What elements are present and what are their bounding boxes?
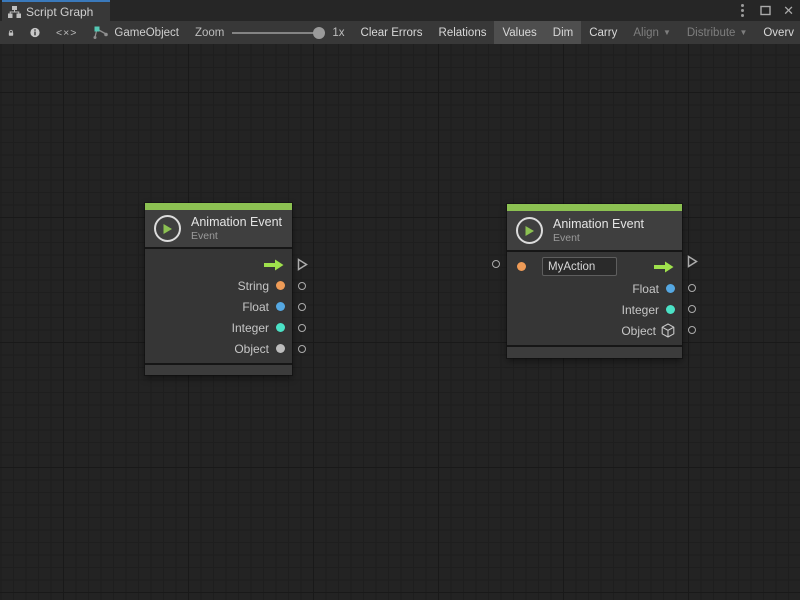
play-icon [516,217,543,244]
carry-button[interactable]: Carry [581,21,625,44]
kebab-menu-icon[interactable] [737,2,748,19]
chevron-down-icon: ▼ [739,28,747,37]
trigger-row [507,255,682,278]
zoom-value: 1x [332,27,344,39]
float-port-dot[interactable] [666,284,675,293]
port-row-string: String [145,275,292,296]
distribute-button[interactable]: Distribute ▼ [679,21,756,44]
port-row-integer: Integer [507,299,682,320]
node-subtitle: Event [553,232,644,245]
node-footer [145,365,292,375]
zoom-control: Zoom 1x [187,21,353,44]
node-title: Animation Event [553,217,644,232]
node-accent-bar [145,203,292,210]
port-label: String [238,279,269,293]
values-button[interactable]: Values [494,21,544,44]
close-icon[interactable]: ✕ [783,0,794,21]
object-output-port[interactable] [298,345,306,353]
port-label: Integer [232,321,269,335]
port-label: Object [621,324,656,338]
string-port-dot[interactable] [276,281,285,290]
node-header[interactable]: Animation Event Event [507,211,682,250]
object-port-dot[interactable] [276,344,285,353]
node-accent-bar [507,204,682,211]
node-footer [507,347,682,358]
flow-arrow-icon [264,259,284,271]
integer-port-dot[interactable] [276,323,285,332]
info-icon [30,26,40,39]
tab-script-graph[interactable]: Script Graph [2,0,110,21]
port-row-integer: Integer [145,317,292,338]
sitemap-icon [8,6,21,18]
window-controls: ✕ [737,0,794,21]
graph-target[interactable]: GameObject [85,21,187,44]
port-label: Float [242,300,269,314]
tab-label: Script Graph [26,5,93,19]
port-row-float: Float [507,278,682,299]
port-label: Float [632,282,659,296]
trigger-input-port[interactable] [492,260,500,268]
integer-port-dot[interactable] [666,305,675,314]
node-animation-event-1[interactable]: Animation Event Event String Float [145,203,292,375]
script-graph-window: Script Graph ✕ <×> [0,0,800,600]
graph-icon [93,26,108,39]
node-animation-event-2[interactable]: Animation Event Event Float [507,204,682,358]
code-icon: <×> [56,27,77,39]
node-body: String Float Integer Object [145,249,292,363]
titlebar: Script Graph ✕ [0,0,800,21]
event-name-input[interactable] [542,257,617,276]
port-row-object: Object [507,320,682,341]
trigger-port-dot[interactable] [517,262,526,271]
flow-out-row [145,254,292,275]
node-title: Animation Event [191,215,282,230]
flow-arrow-icon [654,261,674,273]
zoom-label: Zoom [195,27,224,39]
chevron-down-icon: ▼ [663,28,671,37]
flow-output-port[interactable] [297,258,308,271]
float-output-port[interactable] [298,303,306,311]
dim-button[interactable]: Dim [545,21,581,44]
distribute-label: Distribute [687,27,736,39]
align-label: Align [633,27,659,39]
clear-errors-button[interactable]: Clear Errors [353,21,431,44]
overview-button[interactable]: Overv [755,21,800,44]
play-icon [154,215,181,242]
integer-output-port[interactable] [298,324,306,332]
code-view-button[interactable]: <×> [48,21,85,44]
maximize-icon[interactable] [760,5,771,16]
float-port-dot[interactable] [276,302,285,311]
cube-icon[interactable] [661,323,675,338]
graph-canvas[interactable]: Animation Event Event String Float [0,44,800,600]
flow-output-port[interactable] [687,255,698,268]
info-button[interactable] [22,21,48,44]
float-output-port[interactable] [688,284,696,292]
port-row-object: Object [145,338,292,359]
port-row-float: Float [145,296,292,317]
relations-button[interactable]: Relations [431,21,495,44]
lock-icon [8,27,14,39]
integer-output-port[interactable] [688,305,696,313]
port-label: Integer [622,303,659,317]
align-button[interactable]: Align ▼ [625,21,679,44]
zoom-slider-handle[interactable] [313,27,325,39]
node-body: Float Integer Object [507,252,682,345]
graph-toolbar: <×> GameObject Zoom 1x Clear Errors R [0,21,800,44]
port-label: Object [234,342,269,356]
object-output-port[interactable] [688,326,696,334]
graph-target-label: GameObject [114,27,179,39]
zoom-slider-track [232,32,324,34]
zoom-slider[interactable] [232,27,324,39]
node-subtitle: Event [191,230,282,243]
node-header[interactable]: Animation Event Event [145,210,292,247]
lock-button[interactable] [0,21,22,44]
string-output-port[interactable] [298,282,306,290]
